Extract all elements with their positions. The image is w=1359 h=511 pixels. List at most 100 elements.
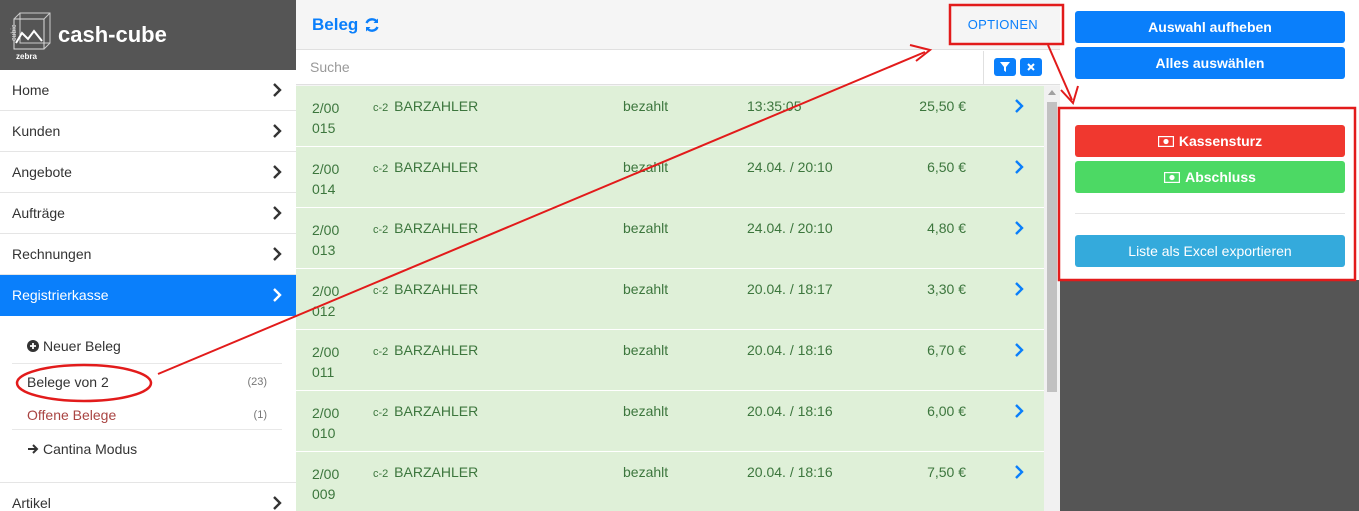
receipt-status: bezahlt bbox=[623, 98, 669, 114]
receipt-row[interactable]: 2/00 010 c-2 BARZAHLER bezahlt 20.04. / 18:1… bbox=[296, 391, 1044, 452]
receipt-customer: c-2 BARZAHLER bbox=[373, 220, 478, 236]
arrow-right-icon bbox=[28, 444, 39, 454]
main-panel: Beleg OPTIONEN 2/00 015 c-2 BARZAHLER bezah… bbox=[296, 0, 1060, 511]
receipt-number-line2: 013 bbox=[312, 242, 336, 258]
receipt-time: 24.04. / 20:10 bbox=[747, 220, 833, 236]
customer-prefix: c-2 bbox=[373, 102, 389, 114]
receipt-time: 20.04. / 18:16 bbox=[747, 342, 833, 358]
nav-label: Home bbox=[12, 82, 50, 98]
chevron-right-icon bbox=[273, 206, 282, 220]
receipt-row[interactable]: 2/00 013 c-2 BARZAHLER bezahlt 24.04. / 20:1… bbox=[296, 208, 1044, 269]
receipt-customer: c-2 BARZAHLER bbox=[373, 342, 478, 358]
receipt-row[interactable]: 2/00 014 c-2 BARZAHLER bezahlt 24.04. / 20:1… bbox=[296, 147, 1044, 208]
refresh-icon[interactable] bbox=[364, 17, 380, 33]
export-excel-button[interactable]: Liste als Excel exportieren bbox=[1075, 235, 1345, 267]
receipt-row[interactable]: 2/00 009 c-2 BARZAHLER bezahlt 20.04. / 18:1… bbox=[296, 452, 1044, 511]
chevron-right-icon[interactable] bbox=[1014, 282, 1024, 296]
receipt-time: 13:35:05 bbox=[747, 98, 802, 114]
customer-prefix: c-2 bbox=[373, 163, 389, 175]
main-header: Beleg OPTIONEN bbox=[296, 0, 1060, 50]
deselect-all-button[interactable]: Auswahl aufheben bbox=[1075, 11, 1345, 43]
search-input[interactable] bbox=[296, 50, 984, 84]
nav-item-registrierkasse[interactable]: Registrierkasse bbox=[0, 275, 296, 316]
customer-prefix: c-2 bbox=[373, 346, 389, 358]
receipt-number: 2/00 013 bbox=[312, 220, 339, 260]
receipts-count: (23) bbox=[247, 376, 267, 388]
receipt-time: 20.04. / 18:16 bbox=[747, 464, 833, 480]
select-all-button[interactable]: Alles auswählen bbox=[1075, 47, 1345, 79]
receipt-time: 24.04. / 20:10 bbox=[747, 159, 833, 175]
receipt-status: bezahlt bbox=[623, 464, 669, 480]
receipts-link[interactable]: Belege von 2 (23) bbox=[12, 364, 282, 400]
nav-item-angebote[interactable]: Angebote bbox=[0, 152, 296, 193]
receipt-status: bezahlt bbox=[623, 159, 669, 175]
receipt-status: bezahlt bbox=[623, 220, 669, 236]
chevron-right-icon[interactable] bbox=[1014, 221, 1024, 235]
chevron-right-icon[interactable] bbox=[1014, 343, 1024, 357]
chevron-right-icon[interactable] bbox=[1014, 465, 1024, 479]
receipt-row[interactable]: 2/00 011 c-2 BARZAHLER bezahlt 20.04. / 18:1… bbox=[296, 330, 1044, 391]
chevron-right-icon bbox=[273, 124, 282, 138]
open-receipts-count: (1) bbox=[253, 408, 267, 421]
plus-circle-icon bbox=[27, 339, 39, 352]
filter-button[interactable] bbox=[994, 58, 1016, 76]
receipt-number-line1: 2/00 bbox=[312, 161, 340, 177]
nav-item-home[interactable]: Home bbox=[0, 70, 296, 111]
new-receipt-label: Neuer Beleg bbox=[43, 337, 121, 354]
scroll-up-arrow[interactable] bbox=[1048, 90, 1056, 95]
registrierkasse-submenu: Neuer Beleg Belege von 2 (23) Offene Bel… bbox=[0, 316, 296, 468]
clear-search-button[interactable] bbox=[1020, 58, 1042, 76]
closing-button[interactable]: Abschluss bbox=[1075, 161, 1345, 193]
receipt-time: 20.04. / 18:17 bbox=[747, 281, 833, 297]
chevron-right-icon bbox=[273, 247, 282, 261]
receipt-row[interactable]: 2/00 012 c-2 BARZAHLER bezahlt 20.04. / 18:1… bbox=[296, 269, 1044, 330]
receipt-number-line1: 2/00 bbox=[312, 222, 340, 238]
receipt-customer: c-2 BARZAHLER bbox=[373, 464, 478, 480]
receipt-number-line1: 2/00 bbox=[312, 466, 340, 482]
money-icon bbox=[1157, 135, 1174, 147]
nav-label: Aufträge bbox=[12, 205, 65, 221]
open-receipts-link[interactable]: Offene Belege (1) bbox=[12, 400, 282, 430]
nav-item-rechnungen[interactable]: Rechnungen bbox=[0, 234, 296, 275]
receipt-row[interactable]: 2/00 015 c-2 BARZAHLER bezahlt 13:35:05 25,50… bbox=[296, 86, 1044, 147]
receipt-status: bezahlt bbox=[623, 403, 669, 419]
receipt-customer: c-2 BARZAHLER bbox=[373, 159, 478, 175]
receipt-number-line2: 012 bbox=[312, 303, 336, 319]
customer-name: BARZAHLER bbox=[394, 281, 479, 297]
divider bbox=[1075, 213, 1345, 214]
customer-prefix: c-2 bbox=[373, 468, 389, 480]
chevron-right-icon[interactable] bbox=[1014, 160, 1024, 174]
receipt-amount: 6,70 € bbox=[927, 342, 966, 358]
search-bar bbox=[296, 50, 1060, 85]
receipt-customer: c-2 BARZAHLER bbox=[373, 98, 478, 114]
customer-name: BARZAHLER bbox=[394, 159, 479, 175]
cantina-mode-link[interactable]: Cantina Modus bbox=[12, 430, 282, 468]
receipts-label: Belege von 2 bbox=[27, 374, 109, 390]
receipt-number-line1: 2/00 bbox=[312, 283, 340, 299]
cantina-label-wrap: Cantina Modus bbox=[27, 441, 137, 457]
receipt-number-line1: 2/00 bbox=[312, 405, 340, 421]
close-icon bbox=[1027, 63, 1035, 71]
sidebar: cubic zebra cash-cube Home Kunden Angebo… bbox=[0, 0, 296, 511]
list-scrollbar[interactable] bbox=[1044, 86, 1060, 511]
receipt-number-line2: 011 bbox=[312, 364, 335, 380]
new-receipt-link[interactable]: Neuer Beleg bbox=[12, 328, 282, 364]
nav-label: Kunden bbox=[12, 123, 61, 139]
receipt-customer: c-2 BARZAHLER bbox=[373, 403, 478, 419]
receipt-number-line1: 2/00 bbox=[312, 344, 340, 360]
cash-count-button[interactable]: Kassensturz bbox=[1075, 125, 1345, 157]
chevron-right-icon[interactable] bbox=[1014, 99, 1024, 113]
chevron-right-icon bbox=[273, 83, 282, 97]
nav-item-artikel[interactable]: Artikel bbox=[0, 482, 296, 511]
closing-label: Abschluss bbox=[1185, 169, 1256, 185]
receipt-time: 20.04. / 18:16 bbox=[747, 403, 833, 419]
nav-item-auftraege[interactable]: Aufträge bbox=[0, 193, 296, 234]
receipt-amount: 6,00 € bbox=[927, 403, 966, 419]
chevron-right-icon[interactable] bbox=[1014, 404, 1024, 418]
scroll-thumb[interactable] bbox=[1047, 102, 1057, 392]
options-button[interactable]: OPTIONEN bbox=[958, 9, 1048, 40]
money-icon bbox=[1164, 171, 1181, 183]
receipt-number-line2: 014 bbox=[312, 181, 336, 197]
nav-item-kunden[interactable]: Kunden bbox=[0, 111, 296, 152]
chevron-right-icon bbox=[273, 288, 282, 302]
